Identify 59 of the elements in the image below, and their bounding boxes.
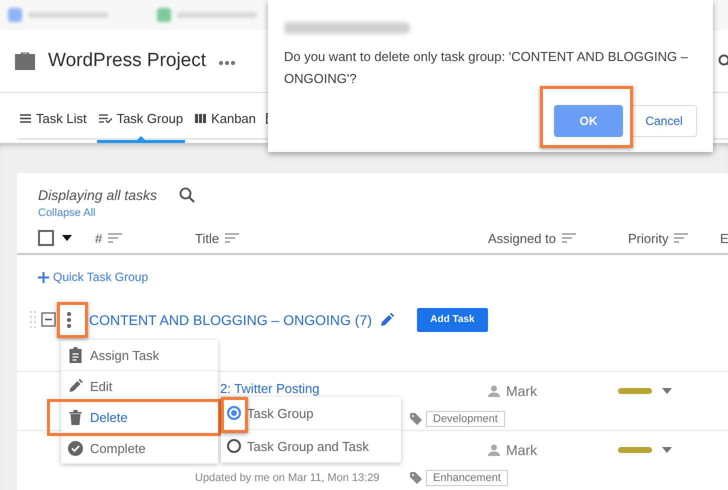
column-header[interactable]: Assigned to xyxy=(488,230,556,246)
assignee-name: Mark xyxy=(506,382,538,398)
add-task-button[interactable]: Add Task xyxy=(416,308,488,332)
collapse-all-link[interactable]: Collapse All xyxy=(38,205,728,221)
sort-icon[interactable] xyxy=(562,233,576,243)
menu-item[interactable]: Edit xyxy=(61,371,218,402)
sort-icon[interactable] xyxy=(108,233,122,243)
sort-icon[interactable] xyxy=(225,233,240,243)
quick-task-group-link[interactable]: Quick Task Group xyxy=(38,267,148,287)
expand-toggle[interactable] xyxy=(41,312,56,327)
cancel-button[interactable]: Cancel xyxy=(631,105,697,137)
checklist-icon xyxy=(98,114,112,122)
drag-handle-icon[interactable] xyxy=(30,310,36,330)
assignee-name: Mark xyxy=(506,442,538,458)
radio-button[interactable] xyxy=(227,406,241,420)
column-header[interactable]: E xyxy=(720,230,728,246)
priority-bar[interactable] xyxy=(618,446,652,452)
person-icon xyxy=(488,384,500,396)
view-tab[interactable]: Task Group xyxy=(96,93,186,143)
select-all-checkbox[interactable] xyxy=(38,230,54,246)
clipboard-icon xyxy=(68,347,83,363)
tag-icon xyxy=(410,412,422,424)
kebab-menu-icon[interactable] xyxy=(66,310,72,328)
task-group-title[interactable]: CONTENT AND BLOGGING – ONGOING (7) xyxy=(89,312,372,328)
priority-bar[interactable] xyxy=(618,388,652,394)
tag-label[interactable]: Development xyxy=(426,410,505,426)
briefcase-icon xyxy=(14,51,36,71)
dialog-message: Do you want to delete only task group: 'CONTENT AND BLOGGING – ONGOING'? xyxy=(284,48,689,88)
search-icon[interactable] xyxy=(718,54,728,68)
search-icon[interactable] xyxy=(179,187,196,203)
menu-item[interactable]: Assign Task xyxy=(61,340,218,371)
pencil-icon[interactable] xyxy=(380,312,394,326)
caret-icon[interactable] xyxy=(62,235,72,241)
pencil-icon xyxy=(68,379,83,393)
tag-icon xyxy=(410,472,422,484)
trash-icon xyxy=(68,410,83,424)
radio-button[interactable] xyxy=(227,439,241,453)
check-circle-icon xyxy=(68,440,83,456)
view-tab[interactable]: Task List xyxy=(20,93,87,143)
highlight-frame xyxy=(57,302,88,338)
person-icon xyxy=(488,444,500,456)
sort-icon[interactable] xyxy=(674,233,688,243)
option-label[interactable]: Task Group xyxy=(247,406,314,420)
column-header[interactable]: # xyxy=(95,230,102,246)
list-icon xyxy=(20,114,31,122)
view-tab[interactable]: Kanban xyxy=(195,93,256,143)
list-caption: Displaying all tasks xyxy=(38,187,158,203)
menu-item[interactable]: Complete xyxy=(61,433,218,464)
tag-label[interactable]: Enhancement xyxy=(426,470,508,486)
updated-note: Updated by me on Mar 11, Mon 13:29 xyxy=(195,472,380,484)
highlight-frame xyxy=(221,397,248,433)
column-header[interactable]: Title xyxy=(195,230,220,246)
plus-icon xyxy=(38,272,49,282)
columns-icon xyxy=(195,114,206,122)
more-icon[interactable] xyxy=(218,60,236,66)
menu-item[interactable]: Delete xyxy=(50,402,218,433)
option-label[interactable]: Task Group and Task xyxy=(247,438,369,454)
project-title: WordPress Project xyxy=(48,50,206,72)
column-header[interactable]: Priority xyxy=(628,230,668,246)
